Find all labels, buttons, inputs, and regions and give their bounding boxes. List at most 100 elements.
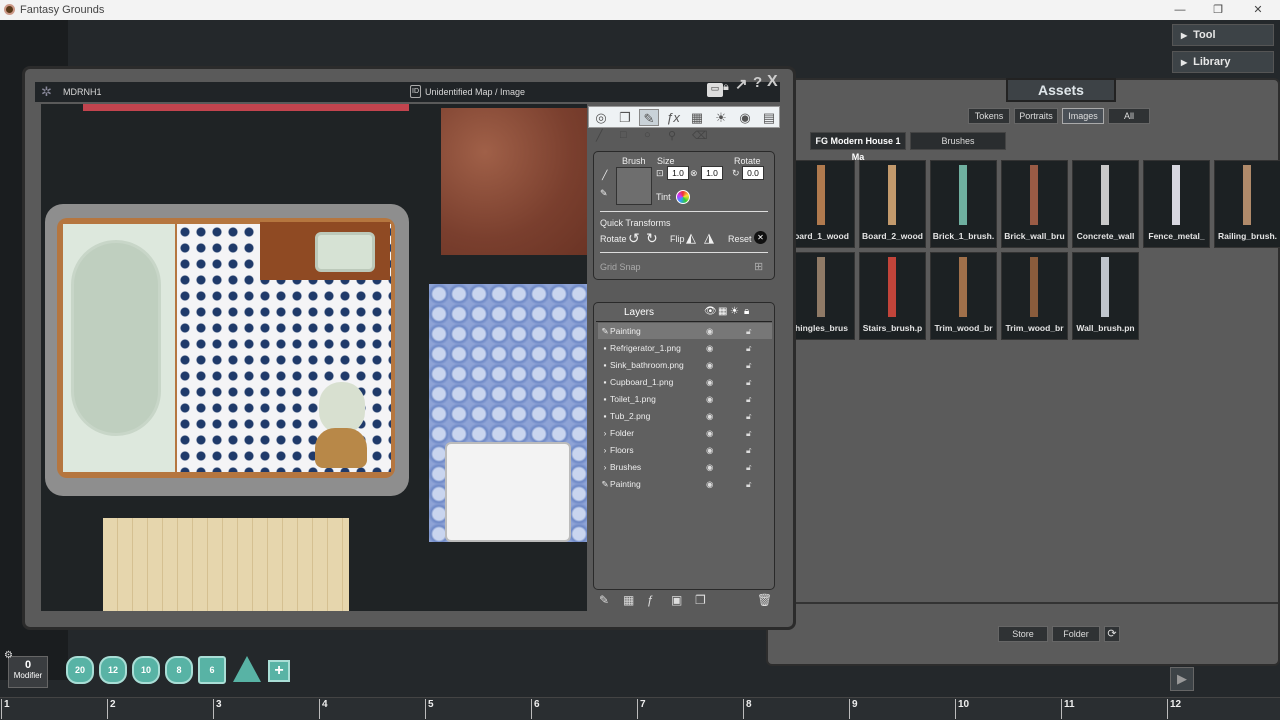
layer-lock-icon[interactable]: 🔓︎: [746, 374, 752, 390]
refresh-icon[interactable]: ⟳: [1104, 626, 1120, 642]
minimize-button[interactable]: —: [1170, 2, 1190, 18]
size-width-input[interactable]: 1.0: [667, 166, 689, 180]
pencil-icon[interactable]: ╱: [596, 129, 603, 142]
layer-visibility-icon[interactable]: ◉: [706, 459, 713, 475]
tool-button[interactable]: ▶ Tool: [1172, 24, 1274, 46]
layer-row[interactable]: ▪ Sink_bathroom.png ◉ 🔓︎: [598, 357, 772, 373]
layer-visibility-icon[interactable]: ◉: [706, 408, 713, 424]
help-icon[interactable]: ?: [753, 74, 762, 91]
stamp-icon[interactable]: ⚲: [668, 129, 676, 142]
layer-row[interactable]: ▪ Refrigerator_1.png ◉ 🔓︎: [598, 340, 772, 356]
breadcrumb-folder[interactable]: FG Modern House 1 Ma: [810, 132, 906, 162]
grid-snap-icon[interactable]: ⊞: [754, 260, 763, 273]
globe-icon[interactable]: ◎: [591, 109, 611, 126]
layer-lock-icon[interactable]: 🔓︎: [746, 442, 752, 458]
filter-tokens[interactable]: Tokens: [968, 108, 1010, 124]
layer-row[interactable]: ✎ Painting ◉ 🔓︎: [598, 476, 772, 492]
asset-tile[interactable]: Railing_brush.: [1214, 160, 1280, 248]
new-grid-layer-icon[interactable]: ▦: [623, 593, 634, 607]
filter-all[interactable]: All: [1108, 108, 1150, 124]
map-canvas[interactable]: ∽: [41, 104, 587, 611]
layer-visibility-icon[interactable]: ◉: [706, 391, 713, 407]
edit-icon[interactable]: ✎: [600, 188, 608, 199]
rectangle-icon[interactable]: □: [620, 129, 627, 141]
layers-tool-icon[interactable]: ❐: [615, 109, 635, 126]
layer-lock-icon[interactable]: 🔓︎: [746, 357, 752, 373]
rotate-right-icon[interactable]: ↻: [646, 230, 658, 247]
tint-picker[interactable]: [676, 190, 690, 204]
hotbar-slot[interactable]: 7: [637, 699, 646, 719]
id-toggle[interactable]: ID: [410, 85, 421, 98]
layer-row[interactable]: › Folder ◉ 🔓︎: [598, 425, 772, 441]
asset-tile[interactable]: Trim_wood_br: [930, 252, 997, 340]
reset-icon[interactable]: ✕: [754, 231, 767, 244]
layer-visibility-icon[interactable]: ◉: [706, 323, 713, 339]
d12-die[interactable]: 12: [99, 656, 127, 684]
layer-visibility-icon[interactable]: ◉: [706, 425, 713, 441]
hotbar-slot[interactable]: 12: [1167, 699, 1181, 719]
folder-button[interactable]: Folder: [1052, 626, 1100, 642]
layer-row[interactable]: ▪ Cupboard_1.png ◉ 🔓︎: [598, 374, 772, 390]
layer-lock-icon[interactable]: 🔓︎: [746, 340, 752, 356]
layer-row[interactable]: › Floors ◉ 🔓︎: [598, 442, 772, 458]
hotbar-slot[interactable]: 5: [425, 699, 434, 719]
brush-tool-icon[interactable]: ✎: [639, 109, 659, 126]
layer-visibility-icon[interactable]: ◉: [706, 340, 713, 356]
asset-tile[interactable]: Trim_wood_br: [1001, 252, 1068, 340]
layer-row[interactable]: › Brushes ◉ 🔓︎: [598, 459, 772, 475]
layer-row[interactable]: ▪ Toilet_1.png ◉ 🔓︎: [598, 391, 772, 407]
play-button[interactable]: ▶: [1170, 667, 1194, 691]
hotbar-slot[interactable]: 8: [743, 699, 752, 719]
settings-icon[interactable]: ⚙: [4, 650, 13, 661]
layer-lock-icon[interactable]: 🔓︎: [746, 459, 752, 475]
layer-row[interactable]: ▪ Tub_2.png ◉ 🔓︎: [598, 408, 772, 424]
store-button[interactable]: Store: [998, 626, 1048, 642]
asset-tile[interactable]: Brick_wall_bru: [1001, 160, 1068, 248]
hotbar-slot[interactable]: 9: [849, 699, 858, 719]
image-icon[interactable]: ▭: [707, 83, 723, 97]
new-effect-layer-icon[interactable]: ƒ: [647, 593, 654, 607]
hotbar-slot[interactable]: 4: [319, 699, 328, 719]
asset-tile[interactable]: hingles_brus: [788, 252, 855, 340]
library-button[interactable]: ▶ Library: [1172, 51, 1274, 73]
d10-die[interactable]: 10: [132, 656, 160, 684]
light-icon[interactable]: ☀: [711, 109, 731, 126]
add-die-button[interactable]: +: [268, 660, 290, 682]
link-icon[interactable]: ⊗: [690, 168, 698, 179]
layer-row[interactable]: ✎ Painting ◉ 🔓︎: [598, 323, 772, 339]
breadcrumb-brushes[interactable]: Brushes: [910, 132, 1006, 150]
hotbar-slot[interactable]: 6: [531, 699, 540, 719]
filter-portraits[interactable]: Portraits: [1014, 108, 1058, 124]
asset-tile[interactable]: Board_2_wood: [859, 160, 926, 248]
asset-tile[interactable]: Fence_metal_: [1143, 160, 1210, 248]
asset-tile[interactable]: Concrete_wall: [1072, 160, 1139, 248]
close-button[interactable]: ✕: [1248, 2, 1268, 18]
layer-lock-icon[interactable]: 🔓︎: [746, 476, 752, 492]
d4-die[interactable]: [233, 656, 261, 682]
delete-layer-icon[interactable]: 🗑︎: [757, 593, 772, 607]
rotate-left-icon[interactable]: ↺: [628, 230, 640, 247]
layer-lock-icon[interactable]: 🔓︎: [746, 425, 752, 441]
mask-icon[interactable]: ◉: [735, 109, 755, 126]
d6-die[interactable]: 6: [198, 656, 226, 684]
asset-tile[interactable]: Wall_brush.pn: [1072, 252, 1139, 340]
rotate-input[interactable]: 0.0: [742, 166, 764, 180]
grid-tool-icon[interactable]: ▦: [687, 109, 707, 126]
hotbar-slot[interactable]: 2: [107, 699, 116, 719]
layer-visibility-icon[interactable]: ◉: [706, 357, 713, 373]
layer-lock-icon[interactable]: 🔓︎: [746, 391, 752, 407]
resize-icon[interactable]: ↗: [735, 75, 748, 93]
lock-icon[interactable]: 🔒︎: [723, 81, 729, 94]
layer-visibility-icon[interactable]: ◉: [706, 442, 713, 458]
maximize-button[interactable]: ❐: [1208, 2, 1228, 18]
asset-tile[interactable]: Brick_1_brush.: [930, 160, 997, 248]
eraser-icon[interactable]: ⌫: [692, 129, 708, 142]
asset-tile[interactable]: oard_1_wood: [788, 160, 855, 248]
layer-lock-icon[interactable]: 🔓︎: [746, 408, 752, 424]
d20-die[interactable]: 20: [66, 656, 94, 684]
hotbar-slot[interactable]: 3: [213, 699, 222, 719]
layer-visibility-icon[interactable]: ◉: [706, 476, 713, 492]
size-height-input[interactable]: 1.0: [701, 166, 723, 180]
grid-icon[interactable]: ▤: [759, 109, 779, 126]
hotbar-slot[interactable]: 1: [1, 699, 10, 719]
